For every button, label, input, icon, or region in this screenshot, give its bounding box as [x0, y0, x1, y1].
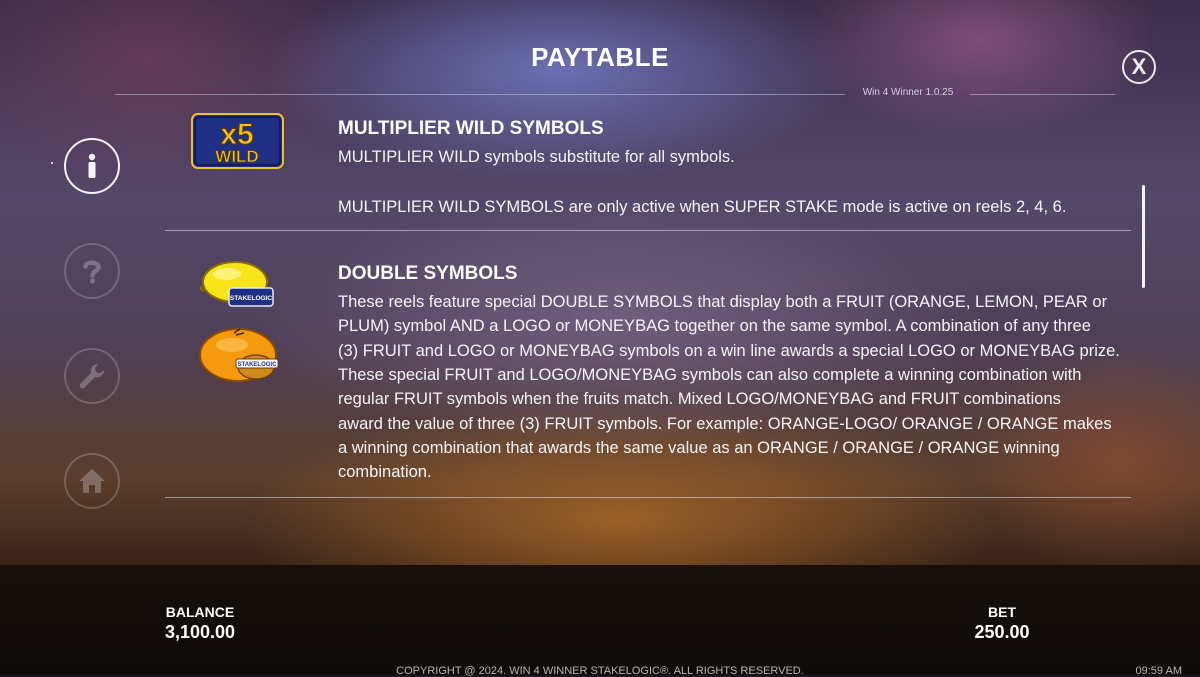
section-text-line: regular FRUIT symbols when the fruits ma… [338, 390, 1061, 408]
help-icon [83, 260, 101, 284]
section-divider [165, 497, 1131, 498]
header-divider-right [970, 94, 1115, 95]
section-text-line: MULTIPLIER WILD symbols substitute for a… [338, 148, 735, 166]
sidebar-item-settings[interactable] [64, 348, 120, 404]
section-text-line: MULTIPLIER WILD SYMBOLS are only active … [338, 198, 1067, 216]
section-divider [165, 230, 1131, 231]
content-scrollbar[interactable] [1142, 185, 1145, 288]
orange-logo-symbol: STAKELOGIC [199, 328, 279, 382]
section-title-multiplier-wild: MULTIPLIER WILD SYMBOLS [338, 118, 604, 139]
info-icon [88, 153, 96, 178]
multiplier-wild-symbol: x5 WILD [191, 113, 284, 169]
sidebar-item-home[interactable] [64, 453, 120, 509]
orange-badge-text: STAKELOGIC [238, 362, 278, 368]
clock: 09:59 AM [1135, 665, 1182, 677]
lemon-badge-text: STAKELOGIC [230, 295, 272, 302]
lemon-logo-symbol: STAKELOGIC [199, 261, 274, 307]
section-text-line: PLUM) symbol AND a LOGO or MONEYBAG toge… [338, 317, 1091, 335]
bet-label: BET [988, 604, 1016, 620]
section-text-line: award the value of three (3) FRUIT symbo… [338, 415, 1112, 433]
balance-value: 3,100.00 [164, 622, 236, 642]
section-title-double-symbols: DOUBLE SYMBOLS [338, 263, 518, 284]
copyright-text: COPYRIGHT @ 2024. WIN 4 WINNER STAKELOGI… [396, 665, 804, 677]
section-text-line: (3) FRUIT and LOGO or MONEYBAG symbols o… [338, 342, 1120, 360]
active-indicator-dot [51, 162, 53, 164]
section-text-line: These special FRUIT and LOGO/MONEYBAG sy… [338, 366, 1082, 384]
sidebar-item-info[interactable] [64, 138, 120, 194]
page-title: PAYTABLE [531, 42, 669, 72]
sidebar-item-help[interactable] [64, 243, 120, 299]
section-text-line: a winning combination that awards the sa… [338, 439, 1060, 457]
background [0, 0, 1200, 565]
close-button[interactable]: X [1122, 50, 1156, 84]
bet-value: 250.00 [974, 622, 1030, 642]
version-label: Win 4 Winner 1.0.25 [862, 87, 954, 98]
wrench-icon [79, 363, 105, 389]
wild-label-text: WILD [215, 147, 258, 166]
close-icon: X [1131, 54, 1147, 79]
section-text-line: combination. [338, 463, 432, 481]
header-divider-left [115, 94, 845, 95]
section-text-line: These reels feature special DOUBLE SYMBO… [338, 293, 1108, 311]
home-icon [79, 469, 105, 493]
balance-label: BALANCE [165, 604, 235, 620]
footer-bar [0, 565, 1200, 675]
